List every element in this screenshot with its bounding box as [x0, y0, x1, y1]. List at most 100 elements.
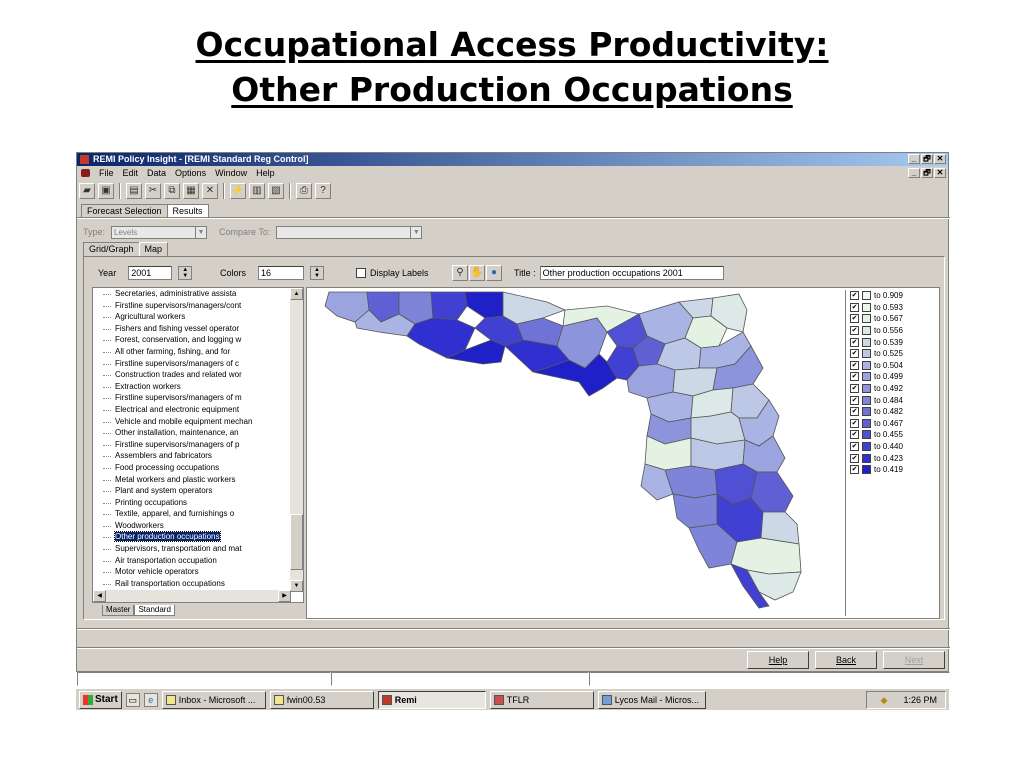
- menu-edit[interactable]: Edit: [123, 168, 139, 178]
- print-preview-icon[interactable]: ▤: [126, 183, 142, 199]
- list-item[interactable]: Textile, apparel, and furnishings o: [93, 508, 277, 520]
- list-item[interactable]: Assemblers and fabricators: [93, 450, 277, 462]
- horizontal-scrollbar[interactable]: ◀ ▶: [93, 590, 291, 602]
- legend-checkbox[interactable]: ✔: [850, 465, 859, 475]
- run-icon[interactable]: ⚡: [230, 183, 246, 199]
- list-item[interactable]: Food processing occupations: [93, 462, 277, 474]
- scroll-left-icon[interactable]: ◀: [93, 590, 106, 602]
- scroll-up-icon[interactable]: ▲: [290, 288, 303, 300]
- menu-file[interactable]: File: [99, 168, 114, 178]
- copy-icon[interactable]: ⧉: [164, 183, 180, 199]
- task-tflr[interactable]: TFLR: [489, 690, 594, 709]
- florida-map[interactable]: ✔ to 0.909 ✔ to 0.593 ✔ to 0.567 ✔ to 0.556 ✔ to …: [306, 287, 940, 619]
- zoom-icon[interactable]: ⚲: [452, 265, 468, 281]
- task-remi[interactable]: Remi: [377, 690, 486, 709]
- internet-explorer-icon[interactable]: e: [143, 692, 158, 707]
- map-title-input[interactable]: Other production occupations 2001: [539, 266, 724, 280]
- tray-icon[interactable]: ◆: [881, 695, 888, 706]
- list-item[interactable]: Woodworkers: [93, 520, 277, 532]
- type-select[interactable]: Levels ▼: [111, 225, 208, 239]
- legend-checkbox[interactable]: ✔: [850, 349, 859, 359]
- list-item[interactable]: Firstline supervisors/managers of m: [93, 392, 277, 404]
- vertical-scrollbar[interactable]: ▲ ▼: [290, 288, 303, 592]
- list-item[interactable]: Other production occupations: [93, 531, 277, 543]
- legend-checkbox[interactable]: ✔: [850, 384, 859, 394]
- legend-checkbox[interactable]: ✔: [850, 326, 859, 336]
- list-item[interactable]: Rail transportation occupations: [93, 578, 277, 590]
- export-icon[interactable]: ▧: [268, 183, 284, 199]
- list-item[interactable]: Air transportation occupation: [93, 555, 277, 567]
- tab-map[interactable]: Map: [138, 242, 169, 256]
- help-button[interactable]: Help: [747, 651, 809, 669]
- list-item[interactable]: Supervisors, transportation and mat: [93, 543, 277, 555]
- scroll-down-icon[interactable]: ▼: [290, 580, 303, 592]
- list-item[interactable]: Fishers and fishing vessel operator: [93, 323, 277, 335]
- list-item[interactable]: Forest, conservation, and logging w: [93, 334, 277, 346]
- next-button[interactable]: Next: [883, 651, 945, 669]
- tab-results[interactable]: Results: [166, 204, 209, 218]
- back-button[interactable]: Back: [815, 651, 877, 669]
- florida-county-map[interactable]: [307, 288, 845, 619]
- document-icon[interactable]: [81, 169, 90, 177]
- start-button[interactable]: Start: [79, 690, 122, 709]
- tab-grid-graph[interactable]: Grid/Graph: [83, 242, 140, 256]
- tab-forecast-selection[interactable]: Forecast Selection: [81, 204, 168, 218]
- list-item[interactable]: Other installation, maintenance, an: [93, 427, 277, 439]
- legend-checkbox[interactable]: ✔: [850, 302, 859, 312]
- year-input[interactable]: 2001: [128, 266, 173, 280]
- list-item[interactable]: Secretaries, administrative assista: [93, 288, 277, 300]
- scroll-thumb[interactable]: [290, 514, 303, 570]
- task-inbox[interactable]: Inbox - Microsoft ...: [161, 690, 266, 709]
- list-item[interactable]: Firstline supervisors/managers of p: [93, 439, 277, 451]
- legend-checkbox[interactable]: ✔: [850, 430, 859, 440]
- pan-hand-icon[interactable]: ✋: [469, 265, 485, 281]
- list-item[interactable]: Firstline supervisors/managers/cont: [93, 300, 277, 312]
- restore-button[interactable]: 🗗: [921, 154, 933, 164]
- doc-minimize-button[interactable]: _: [908, 168, 920, 178]
- legend-checkbox[interactable]: ✔: [850, 337, 859, 347]
- menu-window[interactable]: Window: [215, 168, 247, 178]
- doc-restore-button[interactable]: 🗗: [921, 168, 933, 178]
- sheet-tab-standard[interactable]: Standard: [134, 605, 175, 616]
- window-titlebar[interactable]: REMI Policy Insight - [REMI Standard Reg…: [77, 153, 948, 166]
- list-item[interactable]: Electrical and electronic equipment: [93, 404, 277, 416]
- legend-checkbox[interactable]: ✔: [850, 372, 859, 382]
- chart-icon[interactable]: ▥: [249, 183, 265, 199]
- legend-checkbox[interactable]: ✔: [850, 314, 859, 324]
- legend-checkbox[interactable]: ✔: [850, 418, 859, 428]
- compare-select[interactable]: ▼: [276, 225, 423, 239]
- sheet-tab-master[interactable]: Master: [102, 605, 135, 616]
- menu-options[interactable]: Options: [175, 168, 206, 178]
- list-item[interactable]: Agricultural workers: [93, 311, 277, 323]
- printer-icon[interactable]: ⎙: [296, 183, 312, 199]
- list-item[interactable]: All other farming, fishing, and for: [93, 346, 277, 358]
- menu-help[interactable]: Help: [256, 168, 275, 178]
- help-icon[interactable]: ?: [315, 183, 331, 199]
- globe-icon[interactable]: ●: [486, 265, 502, 281]
- open-folder-icon[interactable]: ▰: [79, 183, 95, 199]
- cut-icon[interactable]: ✂: [145, 183, 161, 199]
- desktop-icon[interactable]: ▭: [125, 692, 140, 707]
- legend-checkbox[interactable]: ✔: [850, 360, 859, 370]
- list-item[interactable]: Metal workers and plastic workers: [93, 474, 277, 486]
- scroll-right-icon[interactable]: ▶: [278, 590, 291, 602]
- list-item[interactable]: Printing occupations: [93, 497, 277, 509]
- display-labels-checkbox[interactable]: [356, 268, 366, 278]
- list-item[interactable]: Extraction workers: [93, 381, 277, 393]
- save-icon[interactable]: ▣: [98, 183, 114, 199]
- list-item[interactable]: Motor vehicle operators: [93, 566, 277, 578]
- legend-checkbox[interactable]: ✔: [850, 291, 859, 301]
- task-lycos[interactable]: Lycos Mail - Micros...: [597, 690, 706, 709]
- year-spinner[interactable]: ▲ ▼: [178, 266, 193, 280]
- colors-spinner[interactable]: ▲ ▼: [310, 266, 325, 280]
- minimize-button[interactable]: _: [908, 154, 920, 164]
- menu-data[interactable]: Data: [147, 168, 166, 178]
- legend-checkbox[interactable]: ✔: [850, 407, 859, 417]
- delete-icon[interactable]: ✕: [202, 183, 218, 199]
- list-item[interactable]: Firstline supervisors/managers of c: [93, 358, 277, 370]
- doc-close-button[interactable]: ✕: [934, 168, 946, 178]
- legend-checkbox[interactable]: ✔: [850, 453, 859, 463]
- legend-checkbox[interactable]: ✔: [850, 442, 859, 452]
- list-item[interactable]: Plant and system operators: [93, 485, 277, 497]
- list-item[interactable]: Construction trades and related wor: [93, 369, 277, 381]
